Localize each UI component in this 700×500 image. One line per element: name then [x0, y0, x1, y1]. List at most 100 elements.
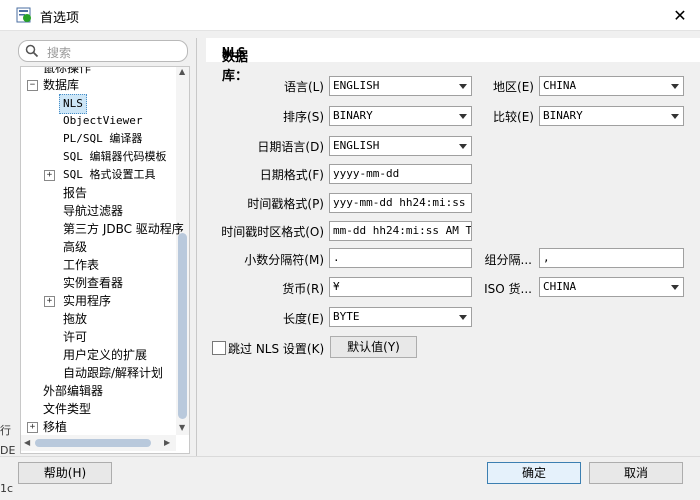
timestamp-tz-format-value: mm-dd hh24:mi:ss AM TZR — [333, 224, 472, 237]
tree-item[interactable]: ObjectViewer — [63, 112, 142, 130]
sort-value: BINARY — [333, 109, 373, 122]
tree-expander-icon[interactable]: − — [27, 80, 38, 91]
comparison-value: BINARY — [543, 109, 583, 122]
date-format-field[interactable]: yyyy-mm-dd — [329, 164, 472, 184]
footer-separator — [0, 456, 700, 457]
chevron-down-icon — [671, 114, 679, 119]
tree-item[interactable]: 报告 — [63, 184, 87, 202]
chevron-down-icon — [671, 285, 679, 290]
search-icon — [25, 44, 39, 58]
tree-item[interactable]: SQL 编辑器代码模板 — [63, 148, 167, 166]
comparison-select[interactable]: BINARY — [539, 106, 684, 126]
app-icon — [16, 7, 31, 23]
iso-currency-label: ISO 货... — [484, 282, 532, 296]
currency-field[interactable]: ¥ — [329, 277, 472, 297]
title-bar: 首选项 ✕ — [0, 0, 700, 31]
language-select[interactable]: ENGLISH — [329, 76, 472, 96]
skip-nls-label: 跳过 NLS 设置(K) — [228, 342, 325, 356]
chevron-down-icon — [459, 114, 467, 119]
horizontal-scroll-thumb[interactable] — [35, 439, 151, 447]
territory-value: CHINA — [543, 79, 577, 92]
tree-item[interactable]: 拖放 — [63, 310, 87, 328]
ok-button[interactable]: 确定 — [487, 462, 581, 484]
length-value: BYTE — [333, 310, 360, 323]
tree-item[interactable]: SQL 格式设置工具 — [63, 166, 156, 184]
scroll-left-icon[interactable]: ◀ — [24, 438, 30, 447]
page-title-suffix: NLS — [222, 46, 246, 61]
tree-item[interactable]: 外部编辑器 — [43, 382, 103, 400]
background-fragment: 行 — [0, 424, 11, 437]
tree-expander-icon[interactable]: + — [27, 422, 38, 433]
territory-select[interactable]: CHINA — [539, 76, 684, 96]
search-input[interactable]: 搜索 — [18, 40, 188, 62]
currency-value: ¥ — [333, 280, 340, 293]
close-button[interactable]: ✕ — [660, 0, 700, 30]
sort-label: 排序(S) — [283, 110, 324, 124]
timestamp-tz-format-label: 时间戳时区格式(O) — [221, 225, 324, 239]
tree-item[interactable]: 移植 — [43, 418, 67, 436]
chevron-down-icon — [459, 315, 467, 320]
cancel-button[interactable]: 取消 — [589, 462, 683, 484]
scroll-up-icon[interactable]: ▲ — [179, 67, 185, 76]
window-title: 首选项 — [40, 11, 80, 26]
tree-item[interactable]: NLS — [59, 94, 87, 114]
decimal-separator-label: 小数分隔符(M) — [244, 253, 324, 267]
territory-label: 地区(E) — [493, 80, 534, 94]
tree-item[interactable]: 导航过滤器 — [63, 202, 123, 220]
chevron-down-icon — [459, 84, 467, 89]
tree-item[interactable]: 数据库 — [43, 76, 79, 94]
tree-vertical-scrollbar[interactable]: ▲ ▼ — [176, 67, 189, 435]
length-select[interactable]: BYTE — [329, 307, 472, 327]
background-fragment: 1c — [0, 482, 14, 495]
decimal-separator-field[interactable]: . — [329, 248, 472, 268]
currency-label: 货币(R) — [282, 282, 324, 296]
timestamp-tz-format-field[interactable]: mm-dd hh24:mi:ss AM TZR — [329, 221, 472, 241]
tree-item[interactable]: 自动跟踪/解释计划 — [63, 364, 163, 382]
timestamp-format-value: yyy-mm-dd hh24:mi:ss AM — [333, 196, 472, 209]
tree-expander-icon[interactable]: + — [44, 170, 55, 181]
decimal-separator-value: . — [333, 251, 340, 264]
date-format-value: yyyy-mm-dd — [333, 167, 400, 180]
group-separator-field[interactable]: , — [539, 248, 684, 268]
navigation-panel: 搜索 ▲ ▼ ◀ ▶ 鼠标操作 − 数据库 NLS ObjectViewer PL/SQL… — [16, 38, 190, 456]
scroll-down-icon[interactable]: ▼ — [179, 423, 185, 432]
language-label: 语言(L) — [283, 80, 324, 94]
tree-item[interactable]: 第三方 JDBC 驱动程序 — [63, 220, 184, 238]
comparison-label: 比较(E) — [493, 110, 534, 124]
date-format-label: 日期格式(F) — [259, 168, 324, 182]
tree-horizontal-scrollbar[interactable]: ◀ ▶ — [21, 435, 176, 451]
sort-select[interactable]: BINARY — [329, 106, 472, 126]
iso-currency-value: CHINA — [543, 280, 577, 293]
panel-divider[interactable] — [196, 38, 197, 456]
tree-item[interactable]: PL/SQL 编译器 — [63, 130, 142, 148]
skip-nls-checkbox[interactable] — [212, 341, 226, 355]
timestamp-format-field[interactable]: yyy-mm-dd hh24:mi:ss AM — [329, 193, 472, 213]
page-title: 数据库： NLS — [206, 38, 700, 84]
date-language-select[interactable]: ENGLISH — [329, 136, 472, 156]
timestamp-format-label: 时间戳格式(P) — [247, 197, 324, 211]
tree-item[interactable]: 许可 — [63, 328, 87, 346]
date-language-value: ENGLISH — [333, 139, 380, 152]
length-label: 长度(E) — [283, 312, 324, 326]
tree-item[interactable]: 用户定义的扩展 — [63, 346, 147, 364]
chevron-down-icon — [459, 144, 467, 149]
date-language-label: 日期语言(D) — [257, 140, 324, 154]
vertical-scroll-thumb[interactable] — [178, 233, 187, 419]
close-icon: ✕ — [673, 5, 687, 25]
help-button[interactable]: 帮助(H) — [18, 462, 112, 484]
search-placeholder: 搜索 — [47, 46, 72, 60]
group-separator-label: 组分隔... — [484, 253, 532, 267]
tree-item[interactable]: 工作表 — [63, 256, 99, 274]
scroll-right-icon[interactable]: ▶ — [164, 438, 170, 447]
tree-item[interactable]: 实用程序 — [63, 292, 111, 310]
group-separator-value: , — [543, 251, 550, 264]
tree-item[interactable]: 高级 — [63, 238, 87, 256]
default-button[interactable]: 默认值(Y) — [330, 336, 417, 358]
iso-currency-select[interactable]: CHINA — [539, 277, 684, 297]
language-value: ENGLISH — [333, 79, 380, 92]
tree-expander-icon[interactable]: + — [44, 296, 55, 307]
tree-item[interactable]: 文件类型 — [43, 400, 91, 418]
chevron-down-icon — [671, 84, 679, 89]
tree-item[interactable]: 实例查看器 — [63, 274, 123, 292]
preferences-tree[interactable]: ▲ ▼ ◀ ▶ 鼠标操作 − 数据库 NLS ObjectViewer PL/SQL 编译… — [20, 66, 190, 454]
